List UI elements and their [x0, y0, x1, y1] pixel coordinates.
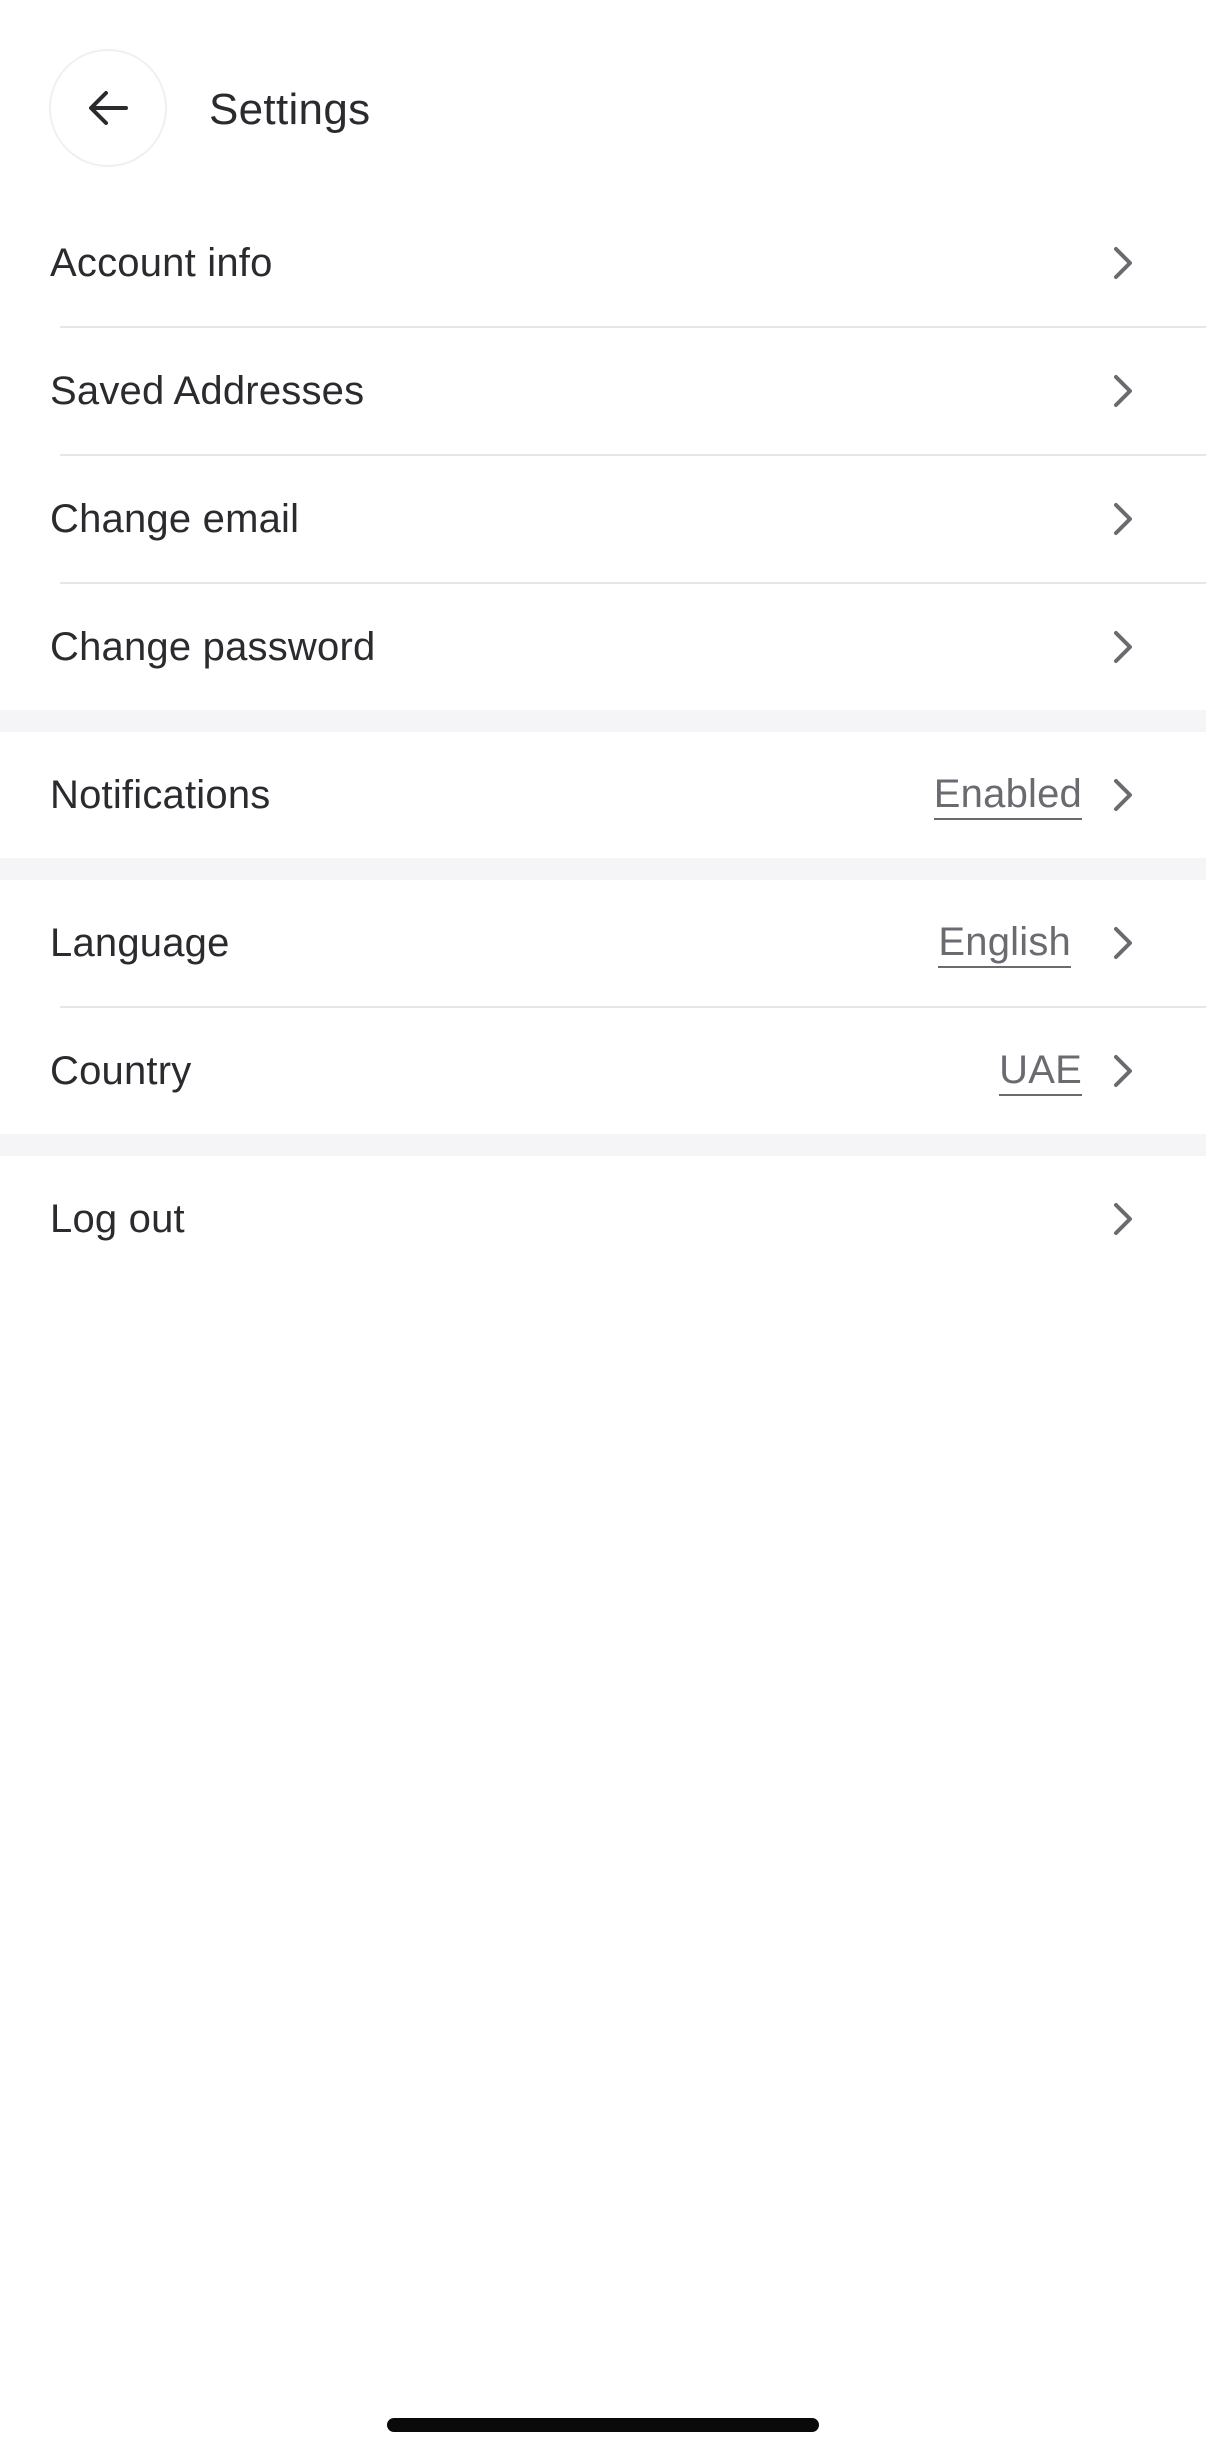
notifications-value[interactable]: Enabled [933, 772, 1082, 820]
chevron-right-icon [1114, 247, 1132, 279]
chevron-right-icon [1114, 503, 1132, 535]
page-title: Settings [209, 85, 371, 134]
settings-item-change-password[interactable]: Change password [0, 584, 1206, 710]
settings-item-account-info[interactable]: Account info [0, 200, 1206, 326]
settings-item-language[interactable]: Language English [0, 880, 1206, 1006]
chevron-right-icon [1114, 375, 1132, 407]
arrow-left-icon [82, 82, 134, 134]
settings-list: Account info Saved Addresses Change emai… [0, 200, 1206, 1282]
section-separator [0, 710, 1206, 732]
section-separator [0, 1134, 1206, 1156]
settings-item-label: Country [50, 1049, 192, 1093]
settings-item-label: Saved Addresses [50, 369, 365, 413]
settings-item-label: Language [50, 921, 230, 965]
settings-item-notifications[interactable]: Notifications Enabled [0, 732, 1206, 858]
chevron-right-icon [1114, 779, 1132, 811]
header: Settings [0, 0, 1206, 200]
chevron-right-icon [1114, 1055, 1132, 1087]
settings-item-label: Notifications [50, 773, 271, 817]
settings-item-label: Change email [50, 497, 300, 541]
chevron-right-icon [1114, 631, 1132, 663]
settings-item-log-out[interactable]: Log out [0, 1156, 1206, 1282]
settings-item-change-email[interactable]: Change email [0, 456, 1206, 582]
settings-item-label: Change password [50, 625, 376, 669]
section-separator [0, 858, 1206, 880]
settings-item-saved-addresses[interactable]: Saved Addresses [0, 328, 1206, 454]
chevron-right-icon [1114, 927, 1132, 959]
settings-item-label: Account info [50, 241, 273, 285]
home-indicator [387, 2418, 819, 2432]
language-value[interactable]: English [938, 920, 1071, 968]
settings-item-country[interactable]: Country UAE [0, 1008, 1206, 1134]
settings-item-label: Log out [50, 1197, 185, 1241]
back-button[interactable] [49, 49, 167, 167]
country-value[interactable]: UAE [999, 1048, 1082, 1096]
chevron-right-icon [1114, 1203, 1132, 1235]
